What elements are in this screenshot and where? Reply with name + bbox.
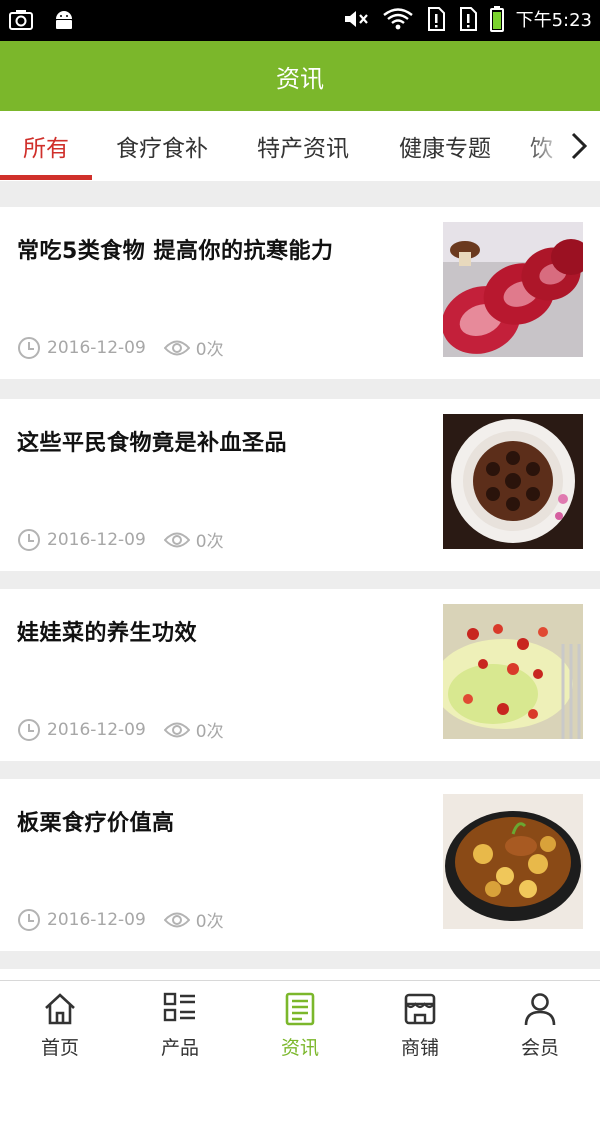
- page-title: 资讯: [276, 64, 324, 93]
- nav-label: 商铺: [400, 1037, 439, 1059]
- sim2-icon: [459, 7, 477, 31]
- article-views: 0次: [195, 912, 224, 932]
- list-item[interactable]: 这些平民食物竟是补血圣品 2016-12-09 0次: [0, 399, 600, 571]
- news-icon: [285, 992, 315, 1026]
- tab-diet-therapy[interactable]: 食疗食补: [92, 111, 232, 181]
- clock-icon: [18, 528, 40, 551]
- article-meta: 2016-12-09 0次: [17, 717, 224, 742]
- nav-label: 首页: [40, 1037, 79, 1059]
- article-meta: 2016-12-09 0次: [17, 335, 224, 360]
- tab-label: 食疗食补: [116, 136, 208, 162]
- nav-news[interactable]: 资讯: [240, 981, 360, 1067]
- screenshot-icon: [9, 10, 33, 30]
- article-thumbnail-baby-cabbage[interactable]: [443, 604, 583, 739]
- tab-label: 特产资讯: [257, 136, 349, 162]
- status-bar: 下午5:23: [0, 0, 600, 41]
- bottom-navigation: 首页 产品 资讯 商铺 会员: [0, 980, 600, 1067]
- tab-specialty-news[interactable]: 特产资讯: [232, 111, 374, 181]
- nav-label: 资讯: [280, 1037, 319, 1059]
- home-icon: [45, 993, 75, 1025]
- eye-icon: [163, 532, 190, 547]
- nav-member[interactable]: 会员: [480, 981, 600, 1067]
- page-header: 资讯: [0, 41, 600, 111]
- list-item[interactable]: 常吃5类食物 提高你的抗寒能力 2016-12-09 0次: [0, 207, 600, 379]
- mute-icon: [344, 11, 368, 27]
- status-clock: 下午5:23: [515, 10, 592, 31]
- article-date: 2016-12-09: [47, 909, 146, 930]
- article-date: 2016-12-09: [47, 529, 146, 550]
- active-tab-indicator: [0, 175, 92, 180]
- clock-icon: [18, 718, 40, 741]
- battery-icon: [489, 6, 504, 32]
- nav-shop[interactable]: 商铺: [360, 981, 480, 1067]
- article-title: 这些平民食物竟是补血圣品: [17, 431, 288, 456]
- article-views: 0次: [195, 532, 224, 552]
- list-item[interactable]: 板栗食疗价值高 2016-12-09 0次: [0, 779, 600, 951]
- article-meta: 2016-12-09 0次: [17, 527, 224, 552]
- clock-icon: [18, 336, 40, 359]
- tab-health-topics[interactable]: 健康专题: [374, 111, 516, 181]
- eye-icon: [163, 340, 190, 355]
- article-meta: 2016-12-09 0次: [17, 907, 224, 932]
- shop-icon: [404, 993, 436, 1025]
- article-title: 娃娃菜的养生功效: [17, 621, 198, 646]
- article-date: 2016-12-09: [47, 719, 146, 740]
- list-item[interactable]: 娃娃菜的养生功效 2016-12-09 0次: [0, 589, 600, 761]
- wifi-icon: [382, 8, 413, 30]
- article-thumbnail-lotus-root[interactable]: [443, 414, 583, 549]
- tab-all[interactable]: 所有: [0, 111, 92, 181]
- article-date: 2016-12-09: [47, 337, 146, 358]
- product-grid-icon: [163, 992, 195, 1022]
- category-tabs: 所有 食疗食补 特产资讯 健康专题 饮: [0, 111, 600, 181]
- tab-label: 健康专题: [399, 136, 491, 162]
- article-views: 0次: [195, 722, 224, 742]
- member-icon: [524, 993, 556, 1026]
- eye-icon: [163, 722, 190, 737]
- android-icon: [56, 11, 72, 29]
- nav-home[interactable]: 首页: [0, 981, 120, 1067]
- eye-icon: [163, 912, 190, 927]
- article-thumbnail-raw-beef[interactable]: [443, 222, 583, 357]
- article-views: 0次: [195, 340, 224, 360]
- nav-products[interactable]: 产品: [120, 981, 240, 1067]
- chevron-right-icon[interactable]: [564, 130, 592, 162]
- article-title: 板栗食疗价值高: [17, 811, 175, 836]
- nav-label: 会员: [520, 1037, 559, 1059]
- article-title: 常吃5类食物 提高你的抗寒能力: [17, 239, 334, 264]
- nav-label: 产品: [160, 1037, 199, 1059]
- article-thumbnail-chestnut-pot[interactable]: [443, 794, 583, 929]
- tab-label: 所有: [23, 136, 69, 162]
- sim1-icon: [427, 7, 445, 31]
- clock-icon: [18, 908, 40, 931]
